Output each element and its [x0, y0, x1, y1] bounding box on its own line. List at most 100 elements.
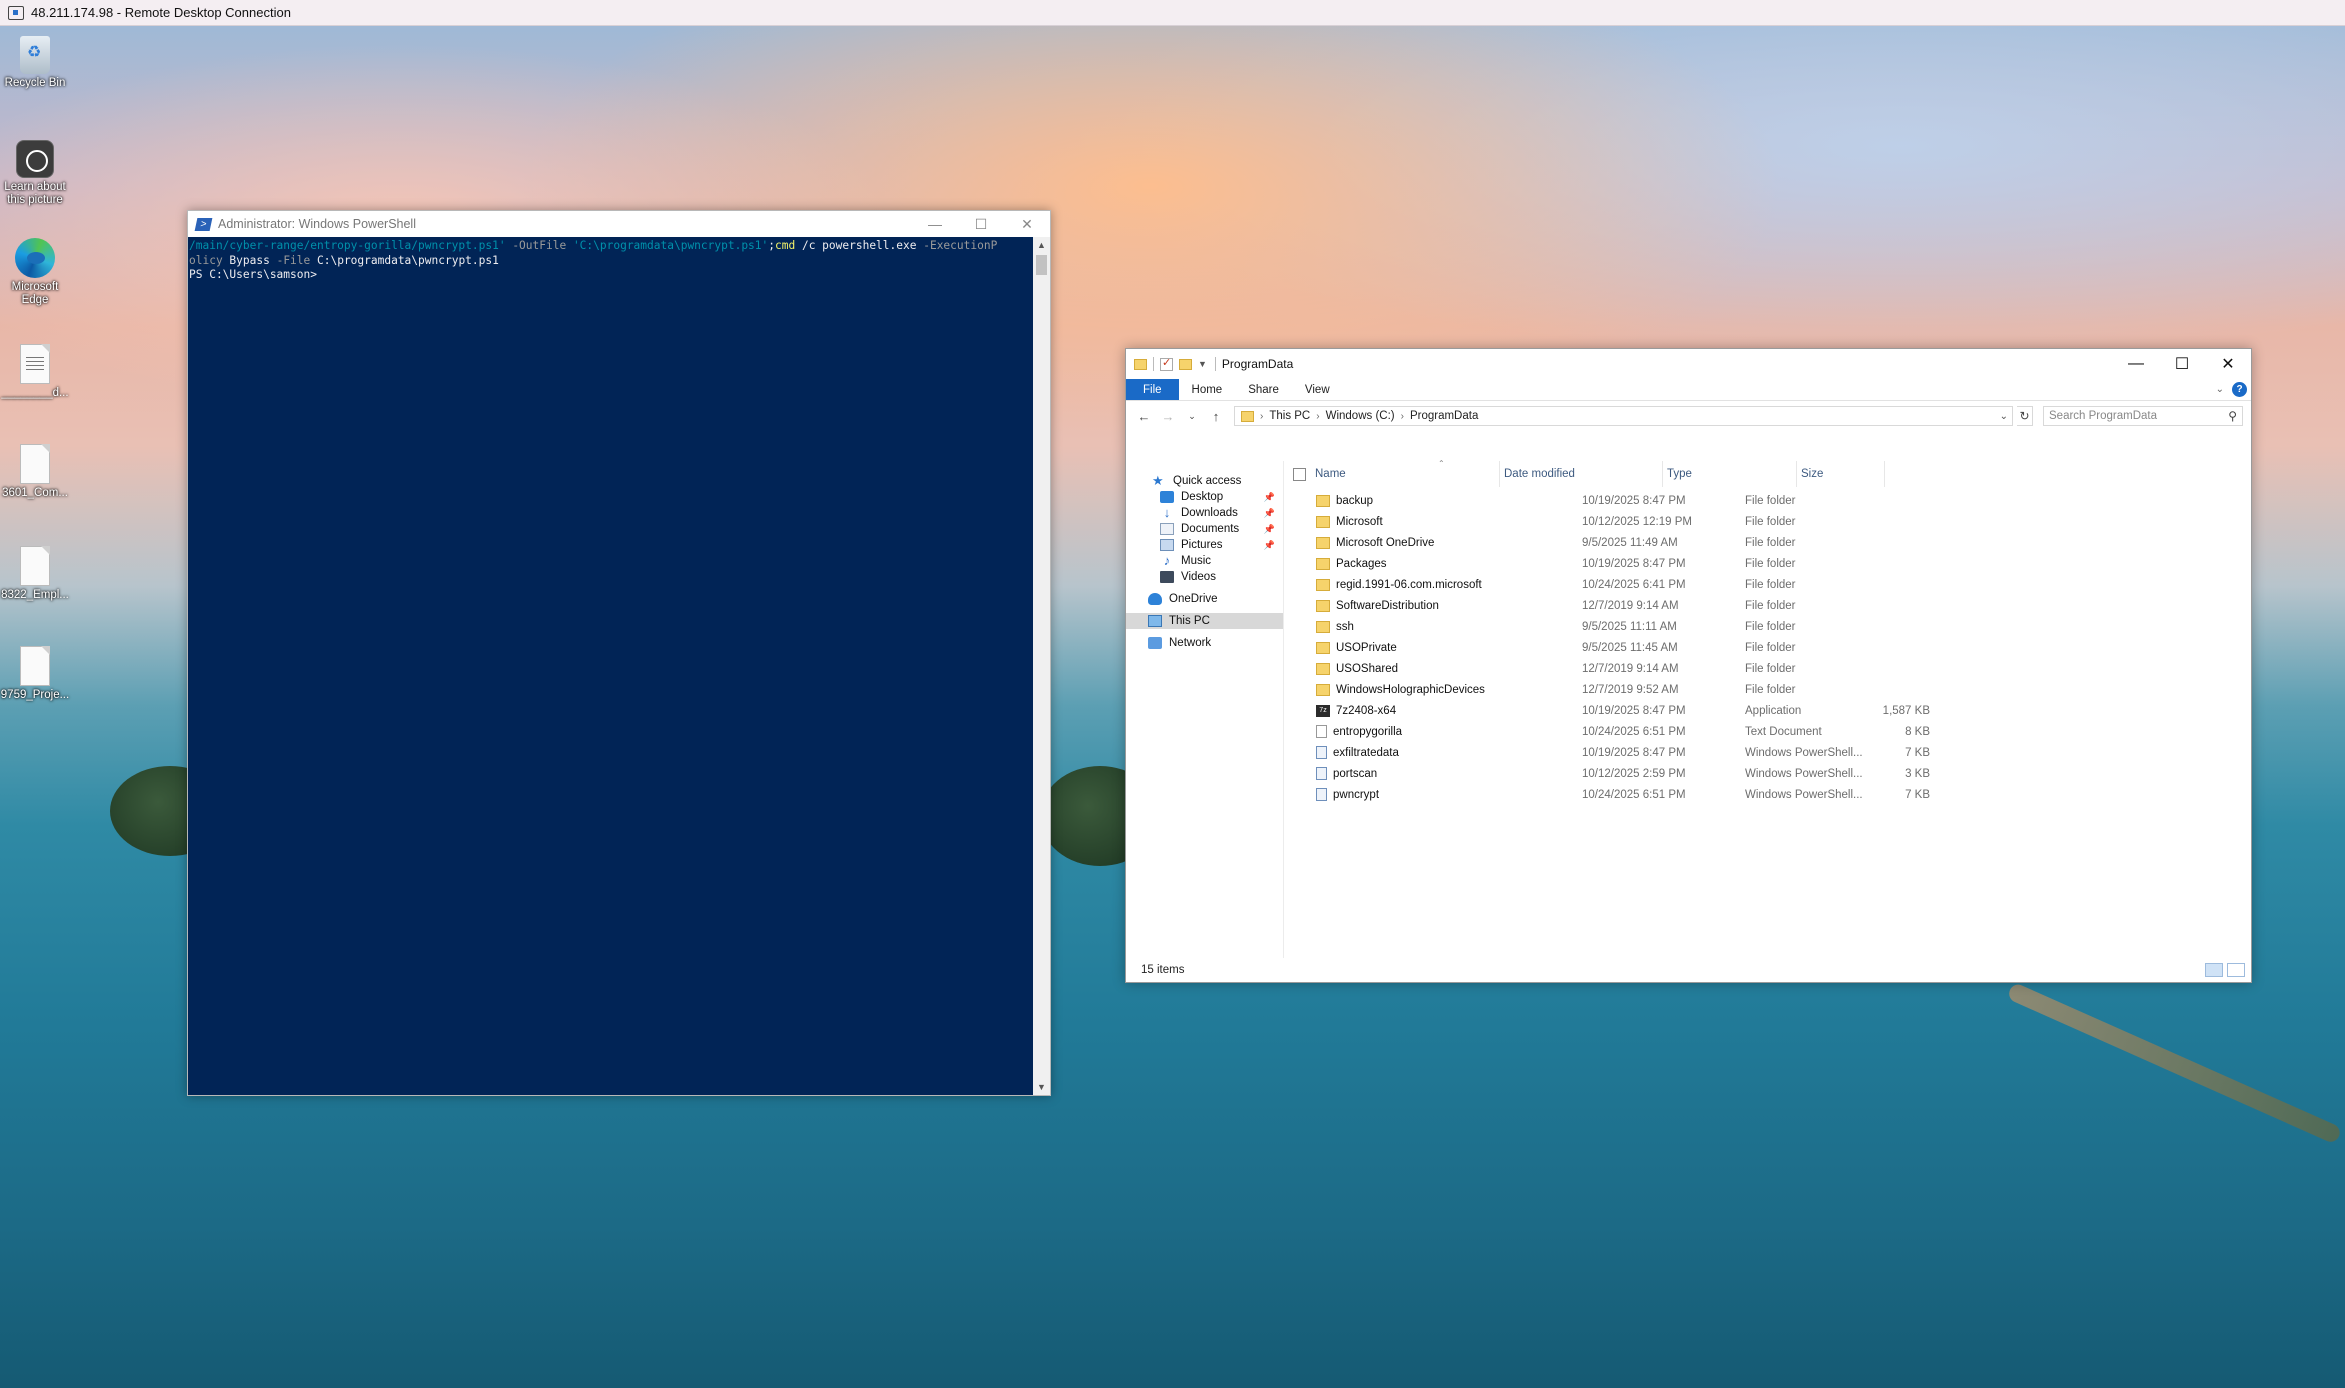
nav-item-this-pc[interactable]: This PC — [1126, 613, 1283, 629]
breadcrumb-windows-c[interactable]: Windows (C:) — [1326, 410, 1395, 422]
large-icons-view-icon[interactable] — [2227, 963, 2245, 977]
forward-arrow-icon[interactable]: → — [1158, 409, 1178, 424]
file-row[interactable]: pwncrypt 10/24/2025 6:51 PM Windows PowerS… — [1292, 784, 2251, 805]
nav-item-videos[interactable]: Videos — [1126, 569, 1283, 585]
document-icon — [20, 646, 50, 686]
file-row[interactable]: Packages 10/19/2025 8:47 PM File folder — [1292, 553, 2251, 574]
tab-file[interactable]: File — [1126, 379, 1179, 400]
file-size: 1,587 KB — [1882, 704, 1930, 717]
nav-item-onedrive[interactable]: OneDrive — [1126, 591, 1283, 607]
minimize-button[interactable]: — — [2113, 349, 2159, 379]
breadcrumb-separator: › — [1316, 410, 1320, 422]
tab-share[interactable]: Share — [1235, 379, 1292, 400]
customize-toolbar-icon[interactable]: ▼ — [1198, 359, 1207, 369]
file-row[interactable]: USOShared 12/7/2019 9:14 AM File folder — [1292, 658, 2251, 679]
expand-ribbon-icon[interactable]: ⌄ — [2216, 384, 2224, 395]
file-name: USOPrivate — [1336, 641, 1397, 654]
pin-icon: 📌 — [1263, 539, 1275, 550]
document-icon — [20, 444, 50, 484]
nav-item-music[interactable]: ♪ Music — [1126, 553, 1283, 569]
file-explorer-window[interactable]: ▼ ProgramData — ☐ ✕ File Home Share View… — [1125, 348, 2252, 983]
file-row[interactable]: exfiltratedata 10/19/2025 8:47 PM Windows … — [1292, 742, 2251, 763]
file-row[interactable]: ssh 9/5/2025 11:11 AM File folder — [1292, 616, 2251, 637]
document-icon — [20, 546, 50, 586]
remote-desktop-title-bar[interactable]: 48.211.174.98 - Remote Desktop Connectio… — [0, 0, 2345, 26]
maximize-button[interactable]: ☐ — [2159, 349, 2205, 379]
close-button[interactable]: ✕ — [1004, 211, 1050, 237]
file-row[interactable]: entropygorilla 10/24/2025 6:51 PM Text Doc… — [1292, 721, 2251, 742]
file-row[interactable]: portscan 10/12/2025 2:59 PM Windows PowerS… — [1292, 763, 2251, 784]
nav-item-quick-access[interactable]: ★ Quick access — [1126, 473, 1283, 489]
nav-item-desktop[interactable]: Desktop 📌 — [1126, 489, 1283, 505]
column-header-type[interactable]: Type — [1663, 461, 1797, 487]
breadcrumb-programdata[interactable]: ProgramData — [1410, 410, 1478, 422]
powershell-window[interactable]: > Administrator: Windows PowerShell — ☐ … — [187, 210, 1051, 1096]
file-name: ssh — [1336, 620, 1354, 633]
nav-item-network[interactable]: Network — [1126, 635, 1283, 651]
desktop-icon-document[interactable]: 9759_Proje... — [0, 646, 70, 702]
powershell-script-icon — [1316, 746, 1327, 759]
select-all-checkbox[interactable] — [1293, 467, 1306, 481]
scroll-up-icon[interactable]: ▲ — [1033, 237, 1050, 253]
desktop-icon-document[interactable]: ________d... — [0, 344, 70, 400]
nav-item-label: Pictures — [1181, 539, 1223, 551]
file-date: 12/7/2019 9:52 AM — [1582, 683, 1679, 696]
column-header-date-modified[interactable]: Date modified — [1500, 461, 1663, 487]
close-button[interactable]: ✕ — [2205, 349, 2251, 379]
nav-item-documents[interactable]: Documents 📌 — [1126, 521, 1283, 537]
file-type: File folder — [1745, 557, 1796, 570]
up-arrow-icon[interactable]: ↑ — [1206, 409, 1226, 424]
desktop-icon-edge[interactable]: Microsoft Edge — [0, 238, 70, 307]
column-header-name[interactable]: Name — [1311, 461, 1500, 487]
file-row[interactable]: regid.1991-06.com.microsoft 10/24/2025 6:… — [1292, 574, 2251, 595]
recent-locations-icon[interactable]: ⌄ — [1182, 411, 1202, 422]
file-row[interactable]: SoftwareDistribution 12/7/2019 9:14 AM Fil… — [1292, 595, 2251, 616]
powershell-scrollbar[interactable]: ▲ ▼ — [1033, 237, 1050, 1095]
file-date: 10/12/2025 2:59 PM — [1582, 767, 1686, 780]
address-bar-row: ← → ⌄ ↑ › This PC › Windows (C:) › Progr… — [1126, 401, 2251, 431]
refresh-icon[interactable]: ↻ — [2017, 406, 2033, 426]
help-icon[interactable]: ? — [2232, 382, 2247, 397]
tab-view[interactable]: View — [1292, 379, 1343, 400]
desktop-icon-label: 3601_Com... — [2, 487, 68, 499]
maximize-button[interactable]: ☐ — [958, 211, 1004, 237]
file-name: Microsoft — [1336, 515, 1383, 528]
desktop-icon-label: 8322_Empl... — [1, 589, 69, 601]
column-header-size[interactable]: Size — [1797, 461, 1885, 487]
search-input[interactable]: Search ProgramData ⚲ — [2043, 406, 2243, 426]
file-row[interactable]: 7z 7z2408-x64 10/19/2025 8:47 PM Applicatio… — [1292, 700, 2251, 721]
nav-item-downloads[interactable]: ↓ Downloads 📌 — [1126, 505, 1283, 521]
nav-item-label: Downloads — [1181, 507, 1238, 519]
breadcrumb-this-pc[interactable]: This PC — [1269, 410, 1310, 422]
file-row[interactable]: backup 10/19/2025 8:47 PM File folder — [1292, 490, 2251, 511]
file-row[interactable]: WindowsHolographicDevices 12/7/2019 9:52 … — [1292, 679, 2251, 700]
new-folder-icon[interactable] — [1179, 358, 1192, 370]
scroll-thumb[interactable] — [1036, 255, 1047, 275]
nav-item-pictures[interactable]: Pictures 📌 — [1126, 537, 1283, 553]
desktop-icon-document[interactable]: 8322_Empl... — [0, 546, 70, 602]
file-row[interactable]: USOPrivate 9/5/2025 11:45 AM File folder — [1292, 637, 2251, 658]
tab-home[interactable]: Home — [1179, 379, 1236, 400]
nav-item-label: OneDrive — [1169, 593, 1218, 605]
back-arrow-icon[interactable]: ← — [1134, 409, 1154, 424]
address-bar[interactable]: › This PC › Windows (C:) › ProgramData ⌄ — [1234, 406, 2013, 426]
properties-icon[interactable] — [1160, 356, 1173, 371]
powershell-console[interactable]: /main/cyber-range/entropy-gorilla/pwncry… — [188, 237, 1033, 1095]
explorer-title-bar[interactable]: ▼ ProgramData — ☐ ✕ — [1126, 349, 2251, 379]
details-view-icon[interactable] — [2205, 963, 2223, 977]
file-row[interactable]: Microsoft 10/12/2025 12:19 PM File folder — [1292, 511, 2251, 532]
powershell-title-bar[interactable]: > Administrator: Windows PowerShell — ☐ … — [188, 211, 1050, 237]
file-type: File folder — [1745, 536, 1796, 549]
file-type: Windows PowerShell... — [1745, 746, 1863, 759]
desktop-icon-document[interactable]: 3601_Com... — [0, 444, 70, 500]
file-row[interactable]: Microsoft OneDrive 9/5/2025 11:49 AM File … — [1292, 532, 2251, 553]
scroll-down-icon[interactable]: ▼ — [1033, 1079, 1050, 1095]
desktop-icon-recycle-bin[interactable]: Recycle Bin — [0, 36, 70, 90]
minimize-button[interactable]: — — [912, 211, 958, 237]
file-type: Application — [1745, 704, 1802, 717]
address-dropdown-icon[interactable]: ⌄ — [2000, 411, 2012, 422]
console-string: /main/cyber-range/entropy-gorilla/pwncry… — [189, 239, 506, 252]
desktop-icon-label: 9759_Proje... — [0, 689, 70, 701]
documents-icon — [1160, 523, 1174, 535]
desktop-icon-learn-picture[interactable]: Learn about this picture — [0, 140, 70, 207]
